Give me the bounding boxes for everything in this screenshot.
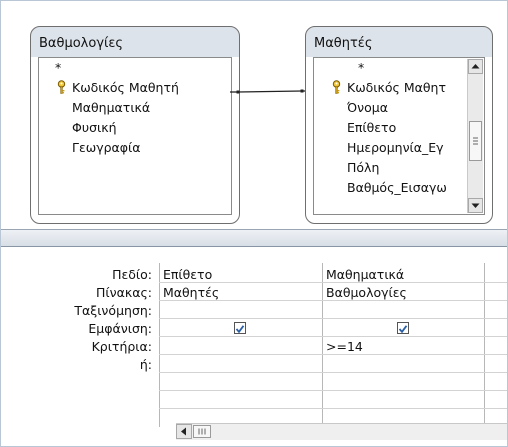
scroll-thumb[interactable]	[469, 121, 482, 161]
scroll-down-arrow-icon[interactable]	[468, 198, 483, 213]
cell-sort-col1[interactable]	[163, 303, 313, 317]
field-all[interactable]: *	[55, 60, 61, 75]
field-kodikos-mathiti[interactable]: Κωδικός Μαθητή	[72, 80, 179, 95]
grid-row-divider	[159, 300, 507, 301]
field-kodikos-mathiti[interactable]: Κωδικός Μαθητ	[347, 80, 446, 95]
field-list-mathites[interactable]: Μαθητές * Κωδικός Μαθητ Όνομα Επίθετο Ημ…	[305, 26, 493, 224]
show-checkbox-col2[interactable]	[397, 322, 409, 334]
table-title-mathites: Μαθητές	[314, 36, 373, 51]
grid-row-divider	[159, 318, 507, 319]
pane-splitter[interactable]	[1, 229, 507, 247]
table-title-vathmologies: Βαθμολογίες	[39, 36, 124, 51]
table-diagram-pane: Βαθμολογίες * Κωδικός Μαθητή Μαθηματικά …	[1, 1, 507, 229]
cell-field-col1[interactable]: Επίθετο	[163, 267, 212, 282]
cell-field-col2[interactable]: Μαθηματικά	[326, 267, 404, 282]
row-label-field: Πεδίο:	[112, 267, 152, 282]
checkmark-icon	[235, 325, 245, 334]
cell-table-col1[interactable]: Μαθητές	[163, 285, 219, 300]
cell-table-col2[interactable]: Βαθμολογίες	[326, 285, 407, 300]
row-label-show: Εμφάνιση:	[88, 321, 152, 336]
cell-criteria-col2[interactable]: >=14	[326, 339, 363, 354]
key-icon	[57, 80, 66, 94]
checkmark-icon	[398, 325, 408, 334]
horizontal-scrollbar[interactable]	[176, 423, 507, 440]
vertical-scrollbar[interactable]	[467, 59, 483, 213]
field-list-body: * Κωδικός Μαθητή Μαθηματικά Φυσική Γεωγρ…	[38, 57, 232, 215]
relationship-line[interactable]	[230, 86, 310, 98]
grid-column-divider	[322, 263, 323, 427]
grid-row-divider	[159, 282, 507, 283]
cell-sort-col2[interactable]	[326, 303, 476, 317]
field-fysiki[interactable]: Φυσική	[72, 120, 117, 135]
field-imerominia[interactable]: Ημερομηνία_Εγ	[347, 140, 444, 155]
grid-column-divider	[484, 263, 485, 427]
grid-row-divider	[159, 408, 507, 409]
scroll-left-arrow-icon[interactable]	[176, 424, 192, 439]
row-label-sort: Ταξινόμηση:	[74, 303, 152, 318]
field-vathmos-eisagogis[interactable]: Βαθμός_Εισαγω	[347, 180, 447, 195]
grid-column-divider	[159, 263, 160, 427]
field-poli[interactable]: Πόλη	[347, 160, 379, 175]
scroll-up-arrow-icon[interactable]	[468, 59, 483, 74]
cell-criteria-col1[interactable]	[163, 339, 313, 353]
field-list-vathmologies[interactable]: Βαθμολογίες * Κωδικός Μαθητή Μαθηματικά …	[30, 26, 240, 224]
field-epitheto[interactable]: Επίθετο	[347, 120, 396, 135]
row-label-table: Πίνακας:	[95, 285, 152, 300]
grid-row-divider	[159, 354, 507, 355]
field-onoma[interactable]: Όνομα	[347, 100, 388, 115]
key-icon	[332, 80, 341, 94]
query-design-window: Βαθμολογίες * Κωδικός Μαθητή Μαθηματικά …	[0, 0, 508, 447]
show-checkbox-col1[interactable]	[234, 322, 246, 334]
scroll-thumb[interactable]	[193, 425, 211, 438]
design-grid: Πεδίο: Πίνακας: Ταξινόμηση: Εμφάνιση: Κρ…	[1, 247, 507, 446]
row-label-criteria: Κριτήρια:	[91, 339, 152, 354]
grid-row-divider	[159, 390, 507, 391]
grid-row-divider	[159, 336, 507, 337]
field-mathimatika[interactable]: Μαθηματικά	[72, 100, 150, 115]
grid-row-divider	[159, 372, 507, 373]
field-geografia[interactable]: Γεωγραφία	[72, 140, 140, 155]
field-list-body: * Κωδικός Μαθητ Όνομα Επίθετο Ημερομηνία…	[313, 57, 485, 215]
row-label-or: ή:	[139, 357, 152, 372]
